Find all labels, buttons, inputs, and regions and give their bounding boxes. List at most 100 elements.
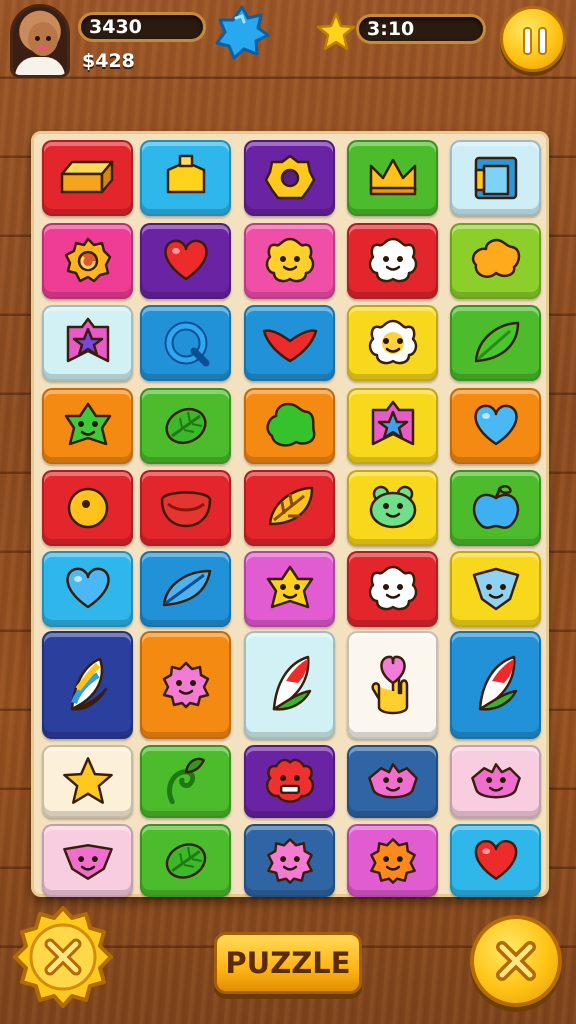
tile-r8-c1[interactable] [42, 745, 133, 818]
yellow-star-face-icon [266, 565, 313, 609]
avatar-shirt [15, 57, 65, 75]
blue-heart-icon [65, 567, 110, 609]
heart-icon [474, 839, 517, 880]
timer-display: 3:10 [356, 14, 486, 44]
pink-face-icon [367, 762, 418, 798]
tile-r3-c5[interactable] [450, 305, 541, 381]
white-flower-face-icon [368, 237, 417, 283]
striped-feather-icon [70, 657, 107, 711]
yellow-leaf-icon [268, 486, 313, 526]
tile-r7-c3[interactable] [244, 631, 335, 739]
tile-r7-c1[interactable] [42, 631, 133, 739]
white-flower-face-icon [368, 565, 417, 611]
tile-r2-c2[interactable] [140, 223, 231, 299]
avatar-eye-right [46, 36, 51, 41]
tile-r1-c2[interactable] [140, 140, 231, 216]
swirl-leaf-icon [166, 757, 205, 804]
pink-face-icon [470, 762, 521, 798]
blue-star-icon[interactable] [214, 4, 270, 60]
tile-r2-c5[interactable] [450, 223, 541, 299]
tile-r2-c3[interactable] [244, 223, 335, 299]
score-value: 3430 [89, 16, 142, 38]
timer-value: 3:10 [367, 18, 415, 40]
tile-r6-c1[interactable] [42, 551, 133, 627]
tile-r2-c1[interactable] [42, 223, 133, 299]
avatar-eye-left [35, 36, 40, 41]
gold-star-icon [316, 12, 356, 51]
tile-r5-c1[interactable] [42, 470, 133, 546]
yellow-donut-icon [264, 154, 315, 200]
close-icon [496, 941, 536, 981]
close-gear-button[interactable] [10, 904, 116, 1010]
yellow-box-icon [166, 154, 205, 194]
tile-r7-c5[interactable] [450, 631, 541, 739]
tile-r3-c4[interactable] [347, 305, 438, 381]
tile-r9-c3[interactable] [244, 824, 335, 897]
orange-blob-icon [471, 238, 520, 278]
tile-r8-c3[interactable] [244, 745, 335, 818]
pause-button[interactable] [500, 6, 566, 72]
tile-r2-c4[interactable] [347, 223, 438, 299]
tile-r8-c2[interactable] [140, 745, 231, 818]
tile-r4-c2[interactable] [140, 388, 231, 464]
pause-icon-bar-left [523, 27, 532, 55]
tile-r5-c5[interactable] [450, 470, 541, 546]
pink-fuzzy-face-icon [266, 837, 313, 884]
tile-r7-c2[interactable] [140, 631, 231, 739]
puzzle-button[interactable]: PUZZLE [214, 932, 362, 994]
bowl-icon [160, 491, 211, 528]
tile-r6-c5[interactable] [450, 551, 541, 627]
tile-r5-c4[interactable] [347, 470, 438, 546]
tile-r3-c2[interactable] [140, 305, 231, 381]
red-green-feather-icon [478, 655, 517, 711]
tile-r5-c2[interactable] [140, 470, 231, 546]
green-leaf-icon [164, 407, 207, 445]
green-star-face-icon [64, 402, 111, 446]
tile-r3-c3[interactable] [244, 305, 335, 381]
tile-r6-c2[interactable] [140, 551, 231, 627]
tile-r1-c3[interactable] [244, 140, 335, 216]
player-avatar[interactable] [10, 4, 70, 78]
purple-star-badge-icon [66, 317, 109, 363]
close-button[interactable] [470, 915, 562, 1007]
tile-r1-c1[interactable] [42, 140, 133, 216]
tile-r8-c4[interactable] [347, 745, 438, 818]
game-board [31, 131, 549, 897]
tile-r6-c4[interactable] [347, 551, 438, 627]
tile-r1-c4[interactable] [347, 140, 438, 216]
tile-r7-c4[interactable] [347, 631, 438, 739]
tile-r9-c4[interactable] [347, 824, 438, 897]
tile-r4-c1[interactable] [42, 388, 133, 464]
red-heart-chevron-icon [262, 329, 317, 363]
green-leaf-icon [165, 842, 206, 879]
pause-icon-bar-right [538, 27, 547, 55]
tile-r9-c5[interactable] [450, 824, 541, 897]
q-ring-icon [164, 321, 209, 367]
coins-value: $428 [82, 50, 135, 72]
tile-r6-c3[interactable] [244, 551, 335, 627]
tile-r9-c2[interactable] [140, 824, 231, 897]
orange-fuzzy-face-icon [369, 837, 416, 884]
tile-r4-c3[interactable] [244, 388, 335, 464]
tile-r5-c3[interactable] [244, 470, 335, 546]
blue-apple-icon [472, 485, 519, 530]
tile-r9-c1[interactable] [42, 824, 133, 897]
yellow-ball-icon [67, 487, 108, 529]
blue-leaf-icon [162, 569, 211, 607]
leaf-icon [474, 321, 519, 363]
green-frog-icon [369, 485, 416, 529]
green-blob-icon [265, 402, 315, 447]
tile-r3-c1[interactable] [42, 305, 133, 381]
red-green-feather-icon [272, 655, 311, 711]
tile-r4-c5[interactable] [450, 388, 541, 464]
pink-fuzzy-face-icon [162, 661, 209, 709]
tile-r1-c5[interactable] [450, 140, 541, 216]
score-display: 3430 [78, 12, 206, 42]
red-monster-icon [265, 758, 314, 803]
heart-hand-icon [370, 655, 408, 715]
flower-face-icon [368, 319, 417, 365]
tile-r4-c4[interactable] [347, 388, 438, 464]
blue-star-badge-icon [371, 400, 414, 446]
tile-r8-c5[interactable] [450, 745, 541, 818]
gear-icon [64, 237, 111, 283]
